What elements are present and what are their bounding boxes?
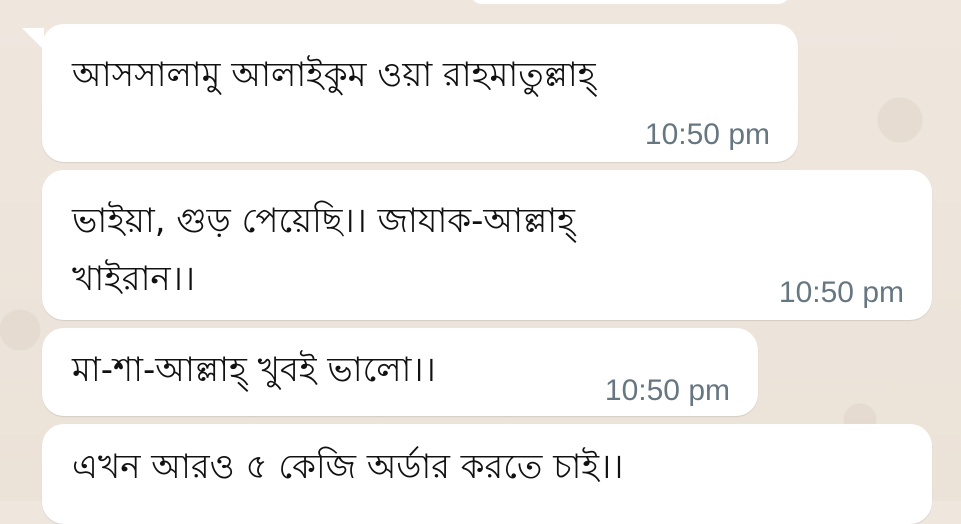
message-bubble[interactable]: ভাইয়া, গুড় পেয়েছি।। জাযাক-আল্লাহ্ খাই… bbox=[42, 170, 932, 320]
bubble-tail bbox=[22, 28, 44, 50]
previous-message-bubble[interactable] bbox=[470, 0, 790, 4]
message-text: ভাইয়া, গুড় পেয়েছি।। জাযাক-আল্লাহ্ খাই… bbox=[72, 201, 575, 299]
message-bubble[interactable]: মা-শা-আল্লাহ্ খুবই ভালো।। 10:50 pm bbox=[42, 328, 758, 416]
message-bubble[interactable]: আসসালামু আলাইকুম ওয়া রাহমাতুল্লাহ্ 10:5… bbox=[42, 24, 798, 162]
message-text: মা-শা-আল্লাহ্ খুবই ভালো।। bbox=[72, 350, 436, 390]
message-timestamp: 10:50 pm bbox=[604, 374, 730, 407]
message-text: এখন আরও ৫ কেজি অর্ডার করতে চাই।। bbox=[72, 447, 624, 487]
message-text: আসসালামু আলাইকুম ওয়া রাহমাতুল্লাহ্ bbox=[72, 55, 596, 95]
message-bubble[interactable]: এখন আরও ৫ কেজি অর্ডার করতে চাই।। bbox=[42, 424, 932, 524]
message-timestamp: 10:50 pm bbox=[778, 276, 904, 309]
message-timestamp: 10:50 pm bbox=[644, 118, 770, 151]
